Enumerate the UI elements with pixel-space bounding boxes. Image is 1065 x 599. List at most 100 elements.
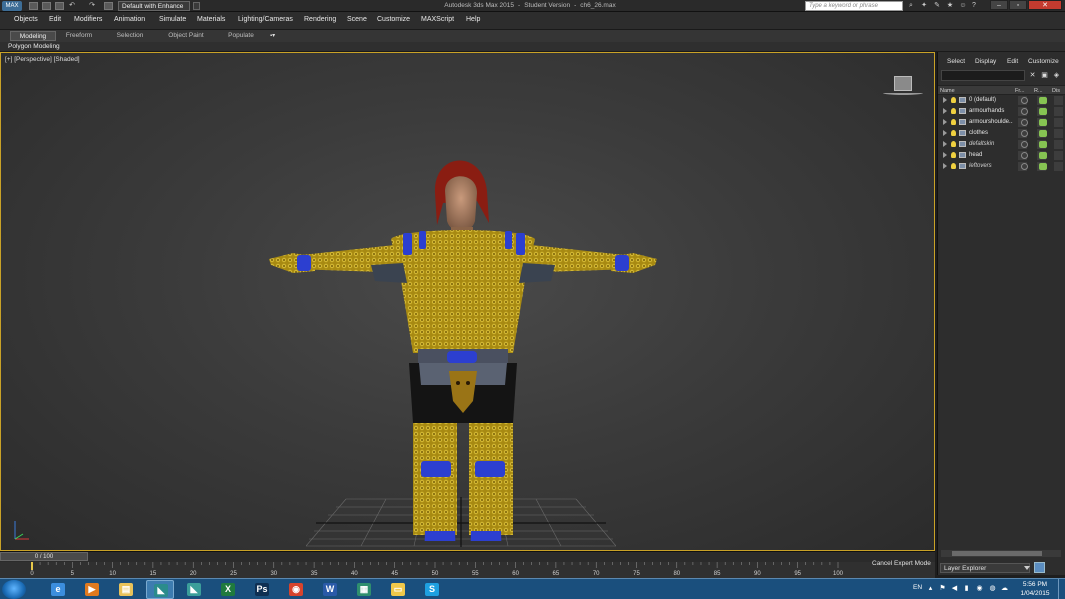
display-cell[interactable]: [1054, 140, 1063, 149]
undo-icon[interactable]: ↶: [68, 2, 76, 10]
tab-object-paint[interactable]: Object Paint: [163, 31, 209, 41]
perspective-viewport[interactable]: [+] [Perspective] [Shaded]: [0, 52, 935, 551]
layer-explorer-dropdown[interactable]: Layer Explorer: [940, 563, 1030, 573]
ribbon-toggle-icon[interactable]: ▪▾: [270, 33, 284, 39]
menu-scene[interactable]: Scene: [347, 16, 367, 23]
character-model[interactable]: [263, 131, 663, 541]
freeze-icon[interactable]: [1021, 119, 1028, 126]
display-cell[interactable]: [1054, 96, 1063, 105]
chevron-down-icon[interactable]: [1024, 566, 1030, 570]
menu-edit[interactable]: Edit: [49, 16, 61, 23]
expand-arrow-icon[interactable]: [943, 130, 947, 136]
layer-row[interactable]: clothes: [938, 128, 1065, 139]
maximize-button[interactable]: ▫: [1009, 0, 1027, 10]
viewcube-ring[interactable]: [883, 91, 923, 95]
expand-arrow-icon[interactable]: [943, 141, 947, 147]
workspace-menu-icon[interactable]: [193, 2, 200, 10]
render-teapot-icon[interactable]: [1039, 130, 1047, 137]
viewport-label[interactable]: [+] [Perspective] [Shaded]: [5, 56, 80, 63]
menu-objects[interactable]: Objects: [14, 16, 38, 23]
render-teapot-icon[interactable]: [1039, 163, 1047, 170]
taskbar-3dsmax-button[interactable]: ◣: [146, 580, 174, 599]
freeze-icon[interactable]: [1021, 141, 1028, 148]
column-freeze[interactable]: Fr...: [1015, 87, 1031, 95]
clear-search-icon[interactable]: ✕: [1028, 71, 1037, 80]
freeze-icon[interactable]: [1021, 163, 1028, 170]
close-button[interactable]: ✕: [1028, 0, 1062, 10]
network-icon[interactable]: ▮: [962, 584, 971, 593]
layer-row[interactable]: armourshoulde...: [938, 117, 1065, 128]
expand-arrow-icon[interactable]: [943, 152, 947, 158]
expand-arrow-icon[interactable]: [943, 97, 947, 103]
display-cell[interactable]: [1054, 107, 1063, 116]
expand-arrow-icon[interactable]: [943, 108, 947, 114]
freeze-icon[interactable]: [1021, 130, 1028, 137]
taskbar-folder-button[interactable]: ▭: [384, 580, 412, 599]
save-icon[interactable]: [55, 2, 64, 10]
layer-row[interactable]: leftovers: [938, 161, 1065, 172]
menu-rendering[interactable]: Rendering: [304, 16, 336, 23]
open-file-icon[interactable]: [42, 2, 51, 10]
menu-simulate[interactable]: Simulate: [159, 16, 186, 23]
display-cell[interactable]: [1054, 118, 1063, 127]
pin-explorer-icon[interactable]: [1034, 562, 1045, 573]
app-logo-icon[interactable]: MAX: [2, 1, 22, 11]
favorites-icon[interactable]: ✦: [920, 2, 928, 10]
clock-time[interactable]: 5:56 PM: [1020, 581, 1050, 588]
freeze-icon[interactable]: [1021, 152, 1028, 159]
column-render[interactable]: R...: [1034, 87, 1048, 95]
lightbulb-icon[interactable]: [951, 108, 956, 114]
new-layer-icon[interactable]: ▣: [1040, 71, 1049, 80]
new-file-icon[interactable]: [29, 2, 38, 10]
layer-name[interactable]: head: [969, 150, 1013, 161]
tab-selection[interactable]: Selection: [112, 31, 148, 41]
onedrive-icon[interactable]: ☁: [1000, 584, 1009, 593]
explorer-menu-display[interactable]: Display: [975, 58, 996, 65]
keyword-search-input[interactable]: Type a keyword or phrase: [805, 1, 903, 11]
lightbulb-icon[interactable]: [951, 141, 956, 147]
taskbar-explorer-button[interactable]: ▤: [112, 580, 140, 599]
speaker-icon[interactable]: ◀: [950, 584, 959, 593]
explorer-menu-select[interactable]: Select: [947, 58, 965, 65]
lightbulb-icon[interactable]: [951, 119, 956, 125]
layer-name[interactable]: 0 (default): [969, 95, 1013, 106]
tab-modeling[interactable]: Modeling: [10, 31, 56, 41]
layer-name[interactable]: clothes: [969, 128, 1013, 139]
taskbar-skype-button[interactable]: S: [418, 580, 446, 599]
minimize-button[interactable]: –: [990, 0, 1008, 10]
binoculars-icon[interactable]: ⌕: [907, 2, 915, 10]
column-display[interactable]: Dis: [1052, 87, 1065, 95]
column-name[interactable]: Name: [940, 87, 1010, 95]
taskbar-chrome-button[interactable]: ◉: [282, 580, 310, 599]
layer-name[interactable]: armourhands: [969, 106, 1013, 117]
lightbulb-icon[interactable]: [951, 97, 956, 103]
time-slider[interactable]: [0, 551, 935, 562]
polygon-modeling-panel[interactable]: Polygon Modeling: [8, 42, 60, 52]
layer-name[interactable]: armourshoulde...: [969, 117, 1013, 128]
start-button[interactable]: [2, 580, 26, 599]
taskbar-word-button[interactable]: W: [316, 580, 344, 599]
time-slider-handle[interactable]: 0 / 100: [0, 552, 88, 561]
track-ruler[interactable]: 0 5 10 15 20 25 30 35 40 45 50 55 60 65 70 75 80 85 90 95 10…: [0, 562, 860, 578]
lightbulb-icon[interactable]: [951, 130, 956, 136]
taskbar-3dsmax-2-button[interactable]: ◣: [180, 580, 208, 599]
star-icon[interactable]: ★: [946, 2, 954, 10]
explorer-menu-edit[interactable]: Edit: [1007, 58, 1018, 65]
menu-modifiers[interactable]: Modifiers: [74, 16, 102, 23]
comm-center-icon[interactable]: ✎: [933, 2, 941, 10]
project-folder-icon[interactable]: [104, 2, 113, 10]
layer-row[interactable]: defaltskin: [938, 139, 1065, 150]
workspace-dropdown[interactable]: Default with Enhance: [118, 1, 190, 11]
menu-animation[interactable]: Animation: [114, 16, 145, 23]
render-teapot-icon[interactable]: [1039, 108, 1047, 115]
chrome-tray-icon[interactable]: ◉: [975, 584, 984, 593]
expand-arrow-icon[interactable]: [943, 119, 947, 125]
freeze-icon[interactable]: [1021, 97, 1028, 104]
explorer-scrollbar-thumb[interactable]: [952, 551, 1042, 556]
taskbar-photoshop-button[interactable]: Ps: [248, 580, 276, 599]
cancel-expert-mode-button[interactable]: Cancel Expert Mode: [872, 560, 931, 567]
menu-lighting-cameras[interactable]: Lighting/Cameras: [238, 16, 293, 23]
lightbulb-icon[interactable]: [951, 163, 956, 169]
layer-name[interactable]: leftovers: [969, 161, 1013, 172]
flag-icon[interactable]: ⚑: [938, 584, 947, 593]
